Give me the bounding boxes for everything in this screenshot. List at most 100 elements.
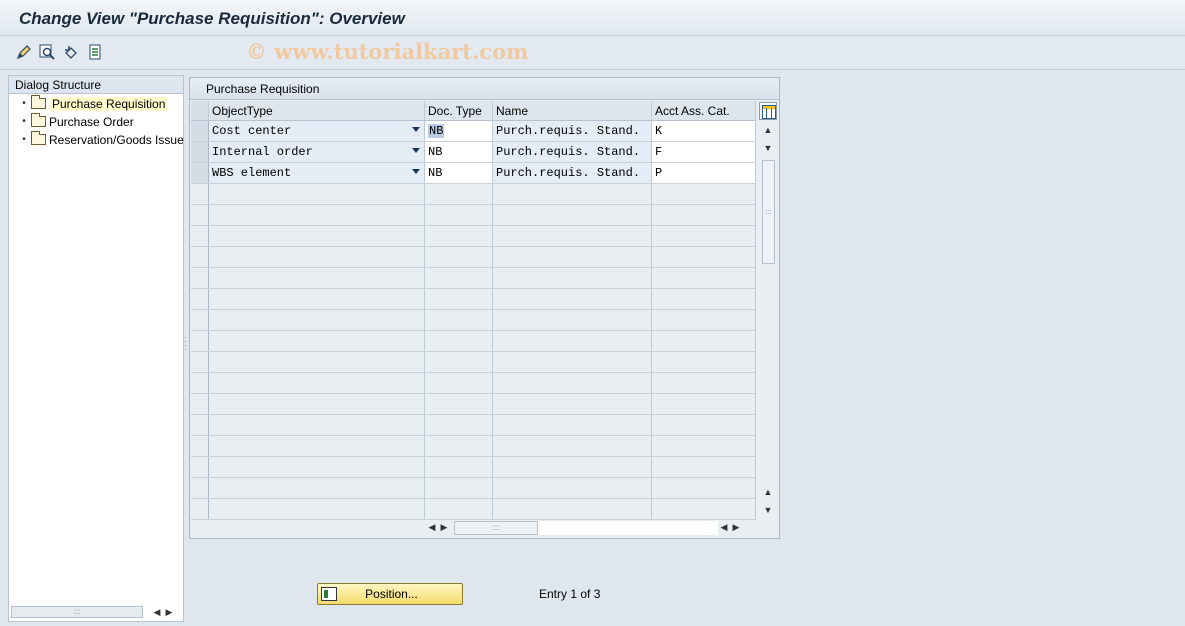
name-cell: Purch.requis. Stand. [493, 142, 652, 162]
row-selector[interactable] [191, 499, 209, 519]
object-type-dropdown[interactable]: Internal order [209, 142, 425, 162]
tree-item-label: Purchase Requisition [49, 96, 169, 111]
doc-type-field[interactable]: NB [425, 142, 493, 162]
header-acct-ass-cat[interactable]: Acct Ass. Cat. [652, 101, 756, 120]
undo-icon[interactable] [62, 43, 80, 61]
row-selector[interactable] [191, 373, 209, 393]
scroll-right-icon[interactable]: ▶ [163, 607, 175, 618]
details-icon[interactable] [86, 43, 104, 61]
row-selector[interactable] [191, 142, 209, 162]
title-bar: Change View "Purchase Requisition": Over… [0, 0, 1185, 36]
position-button[interactable]: Position... [317, 583, 463, 605]
acct-ass-cat-field[interactable]: P [652, 163, 756, 183]
row-selector[interactable] [191, 163, 209, 183]
scroll-thumb[interactable]: ::: [454, 520, 538, 535]
scroll-right-icon[interactable]: ▶ [438, 522, 450, 533]
select-all-cell[interactable] [191, 101, 209, 120]
chevron-down-icon[interactable] [412, 127, 420, 132]
acct-ass-cat-field[interactable]: K [652, 121, 756, 141]
empty-cell [209, 394, 425, 414]
empty-cell [425, 184, 493, 204]
empty-table-row [191, 310, 756, 331]
table-caption: Purchase Requisition [190, 78, 779, 100]
header-name[interactable]: Name [493, 101, 652, 120]
tree-item-label: Reservation/Goods Issue [49, 132, 184, 147]
header-doc-type[interactable]: Doc. Type [425, 101, 493, 120]
empty-cell [493, 226, 652, 246]
empty-cell [652, 184, 756, 204]
empty-cell [425, 268, 493, 288]
scroll-page-up-icon[interactable]: ▲ [762, 486, 774, 498]
empty-cell [209, 310, 425, 330]
row-selector[interactable] [191, 268, 209, 288]
scroll-right-icon[interactable]: ▶ [730, 522, 742, 533]
tree-item-reservation-goods-issue[interactable]: • Reservation/Goods Issue [17, 131, 185, 148]
table-vscroll[interactable]: ▲ ▼ ::: ▲ ▼ [759, 122, 777, 518]
table-row: WBS element NB Purch.requis. Stand. P [191, 163, 756, 184]
chevron-down-icon[interactable] [412, 148, 420, 153]
row-selector[interactable] [191, 352, 209, 372]
scroll-page-down-icon[interactable]: ▼ [762, 504, 774, 516]
left-panel-hscroll[interactable]: ::: ◀ ▶ [11, 605, 181, 619]
application-toolbar: © www.tutorialkart.com [0, 36, 1185, 70]
tree-item-purchase-order[interactable]: • Purchase Order [17, 113, 185, 130]
empty-cell [209, 499, 425, 519]
row-selector[interactable] [191, 331, 209, 351]
empty-cell [425, 226, 493, 246]
empty-cell [493, 415, 652, 435]
object-type-dropdown[interactable]: Cost center [209, 121, 425, 141]
row-selector[interactable] [191, 310, 209, 330]
scroll-rail[interactable] [538, 520, 718, 535]
column-settings-icon[interactable] [759, 102, 777, 120]
chevron-down-icon[interactable] [412, 169, 420, 174]
row-selector[interactable] [191, 415, 209, 435]
panel-splitter[interactable]: · · · · [184, 334, 187, 354]
empty-cell [425, 499, 493, 519]
row-selector[interactable] [191, 436, 209, 456]
table-row: Internal order NB Purch.requis. Stand. F [191, 142, 756, 163]
empty-cell [652, 205, 756, 225]
header-object-type[interactable]: ObjectType [209, 101, 425, 120]
row-selector[interactable] [191, 205, 209, 225]
scroll-left-icon[interactable]: ◀ [426, 522, 438, 533]
row-selector[interactable] [191, 121, 209, 141]
empty-table-row [191, 415, 756, 436]
scroll-thumb[interactable]: ::: [11, 606, 143, 618]
row-selector[interactable] [191, 226, 209, 246]
doc-type-field[interactable]: NB [425, 121, 493, 141]
scroll-down-icon[interactable]: ▼ [762, 142, 774, 154]
row-selector[interactable] [191, 457, 209, 477]
doc-type-field[interactable]: NB [425, 163, 493, 183]
empty-cell [209, 205, 425, 225]
row-selector[interactable] [191, 289, 209, 309]
display-search-icon[interactable] [38, 43, 56, 61]
empty-cell [209, 415, 425, 435]
scroll-left-icon[interactable]: ◀ [718, 522, 730, 533]
tree-item-purchase-requisition[interactable]: • Purchase Requisition [17, 95, 185, 112]
dialog-structure-panel: Dialog Structure • Purchase Requisition … [8, 75, 184, 622]
empty-cell [493, 289, 652, 309]
empty-table-row [191, 289, 756, 310]
empty-cell [425, 247, 493, 267]
row-selector[interactable] [191, 247, 209, 267]
row-selector[interactable] [191, 478, 209, 498]
scroll-up-icon[interactable]: ▲ [762, 124, 774, 136]
empty-cell [493, 499, 652, 519]
object-type-dropdown[interactable]: WBS element [209, 163, 425, 183]
empty-cell [493, 436, 652, 456]
empty-cell [493, 478, 652, 498]
scroll-thumb[interactable]: ::: [762, 160, 775, 264]
empty-table-row [191, 268, 756, 289]
table-hscroll[interactable]: ◀ ▶ ::: ◀ ▶ [426, 520, 756, 535]
row-selector[interactable] [191, 394, 209, 414]
empty-cell [209, 268, 425, 288]
position-button-label: Position... [365, 587, 418, 601]
edit-pencil-icon[interactable] [15, 43, 33, 61]
empty-cell [425, 436, 493, 456]
empty-cell [493, 268, 652, 288]
scroll-left-icon[interactable]: ◀ [151, 607, 163, 618]
table-control: Purchase Requisition ObjectType Doc. Typ… [189, 77, 780, 539]
row-selector[interactable] [191, 184, 209, 204]
acct-ass-cat-field[interactable]: F [652, 142, 756, 162]
empty-cell [493, 184, 652, 204]
